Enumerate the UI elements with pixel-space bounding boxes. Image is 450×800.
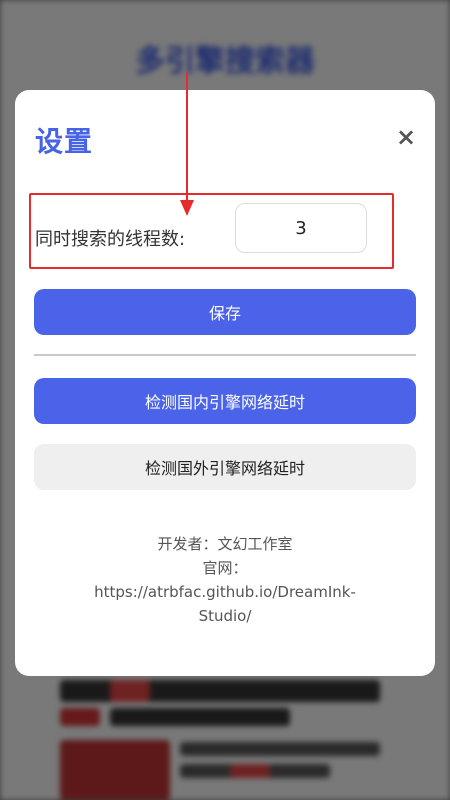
developer-text: 开发者：文幻工作室 xyxy=(157,535,293,553)
dialog-title: 设置 xyxy=(35,125,94,158)
save-button[interactable]: 保存 xyxy=(34,289,416,335)
settings-dialog: 设置 × 同时搜索的线程数: 保存 检测国内引擎网络延时 检测国外引擎网络延时 … xyxy=(15,90,435,676)
test-domestic-latency-button[interactable]: 检测国内引擎网络延时 xyxy=(34,378,416,424)
website-link[interactable]: 官网：https://atrbfac.github.io/DreamInk-St… xyxy=(75,556,375,628)
test-foreign-latency-button[interactable]: 检测国外引擎网络延时 xyxy=(34,444,416,490)
close-icon[interactable]: × xyxy=(395,125,417,149)
footer: 开发者：文幻工作室 官网：https://atrbfac.github.io/D… xyxy=(15,532,435,628)
divider xyxy=(34,354,416,356)
annotation-highlight-box xyxy=(29,193,394,269)
